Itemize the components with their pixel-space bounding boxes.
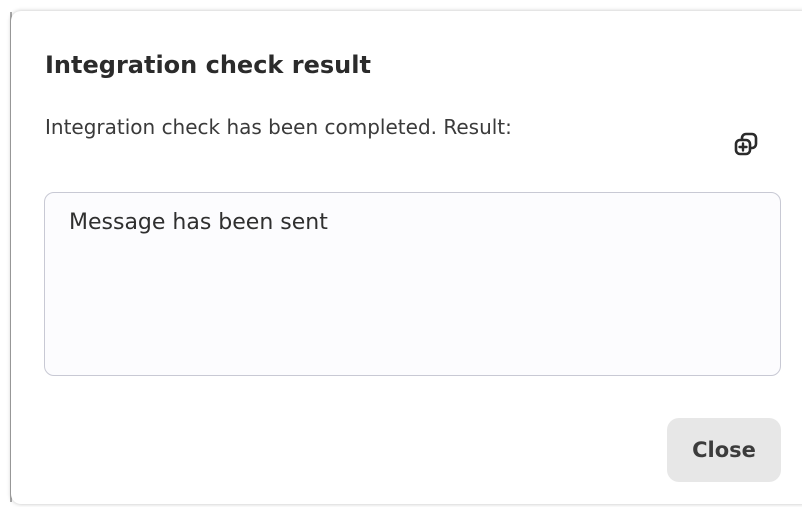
dialog-title: Integration check result	[45, 51, 371, 79]
result-textarea[interactable]: Message has been sent	[44, 192, 781, 376]
copy-icon	[731, 129, 763, 161]
copy-button[interactable]	[731, 129, 763, 161]
integration-check-dialog: Integration check result Integration che…	[11, 11, 802, 504]
close-button[interactable]: Close	[667, 418, 781, 482]
page: Integration check result Integration che…	[0, 0, 802, 507]
dialog-message: Integration check has been completed. Re…	[45, 115, 512, 139]
result-text: Message has been sent	[69, 210, 328, 235]
